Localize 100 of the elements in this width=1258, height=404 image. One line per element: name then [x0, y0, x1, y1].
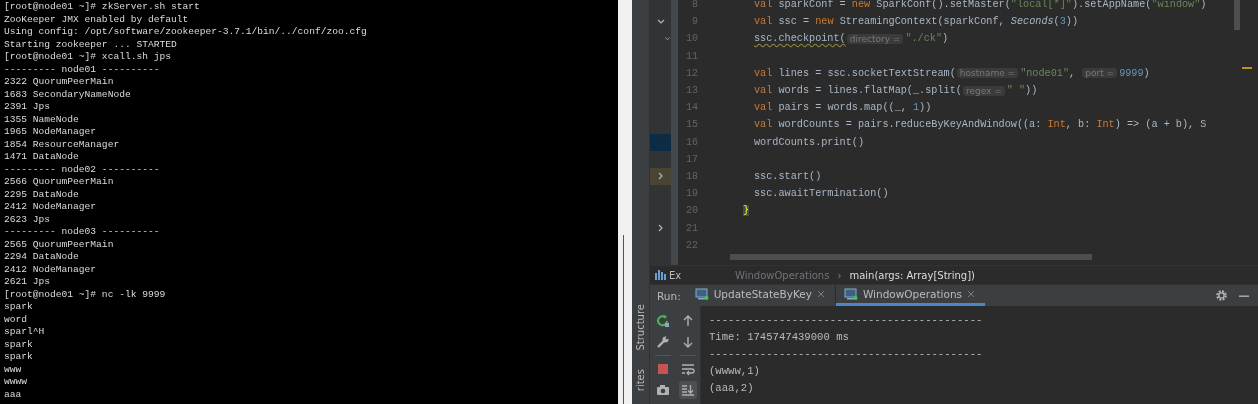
line-number: 11 [685, 50, 698, 62]
terminal-line: word [4, 313, 29, 326]
terminal-line: 2412 NodeManager [4, 263, 98, 276]
terminal-line: 2295 DataNode [4, 188, 80, 201]
line-number: 19 [685, 188, 698, 200]
bar-chart-icon [655, 270, 666, 280]
scrollbar[interactable] [623, 235, 624, 404]
down-arrow-icon [681, 335, 695, 349]
wrench-icon [656, 335, 670, 349]
terminal-line: 2621 Jps [4, 276, 52, 289]
console-line: (aaa,2) [709, 381, 755, 396]
code-token: lines = ssc.socketTextStream( [778, 67, 956, 79]
tool-button[interactable] [654, 312, 672, 330]
console-icon [694, 288, 709, 300]
breadcrumb-item[interactable]: WindowOperations [735, 269, 830, 281]
terminal-line: 2412 NodeManager [4, 201, 98, 214]
terminal-line: Starting zookeeper ... STARTED [4, 38, 178, 51]
tool-window-tab[interactable]: rites [635, 368, 646, 391]
soft-wrap-icon [681, 362, 695, 376]
tool-button[interactable] [679, 381, 697, 399]
terminal-line: spark [4, 301, 34, 314]
terminal-line: wwww [4, 376, 29, 389]
warning-marker[interactable] [1242, 67, 1252, 69]
gutter-highlight [650, 133, 671, 151]
code-token: "./ck" [905, 33, 943, 45]
terminal-line: [root@node01 ~]# xcall.sh jps [4, 51, 172, 64]
console-line: ------------------------------------------- [709, 313, 984, 328]
code-token: ) [942, 33, 949, 45]
terminal-line: 2566 QuorumPeerMain [4, 176, 115, 189]
code-token: )) [919, 102, 932, 114]
terminal-line: 1355 NameNode [4, 113, 80, 126]
parameter-hint: directory = [846, 33, 904, 44]
code-token: " " [1006, 85, 1026, 97]
terminal-line: Using config: /opt/software/zookeeper-3.7.1/bin/../conf/zoo.cfg [4, 26, 368, 39]
parameter-hint: port = [1082, 68, 1118, 79]
line-number: 16 [685, 136, 698, 148]
scroll-to-end-icon [681, 383, 695, 397]
code-token: val [754, 85, 774, 97]
code-token: } [743, 205, 750, 217]
terminal-line: 2294 DataNode [4, 251, 80, 264]
line-number: 10 [685, 33, 698, 45]
run-label: Run: [656, 288, 682, 304]
code-token: ssc.start() [754, 170, 822, 182]
terminal-line: sparl^H [4, 326, 46, 339]
terminal-line: --------- node02 ---------- [4, 163, 161, 176]
tool-window-tab[interactable]: Ex [669, 269, 682, 281]
code-token: ).setAppName( [1071, 0, 1152, 11]
gutter-highlight [650, 167, 671, 186]
terminal-line: 2322 QuorumPeerMain [4, 76, 115, 89]
terminal-line: spark [4, 351, 34, 364]
code-token: 1 [912, 102, 920, 114]
terminal-line: --------- node03 ---------- [4, 226, 161, 239]
line-number: 21 [685, 222, 698, 234]
run-tab[interactable]: WindowOperations [835, 285, 986, 306]
camera-icon [656, 383, 670, 397]
console-line: (wwww,1) [709, 364, 761, 379]
rerun-icon [656, 314, 670, 328]
code-token: val [754, 16, 774, 28]
line-number: 12 [685, 67, 698, 79]
terminal-line: --------- node01 ---------- [4, 63, 161, 76]
code-token: new [851, 0, 872, 11]
scrollbar[interactable] [1234, 0, 1240, 30]
line-number: 14 [685, 102, 698, 114]
code-token: 3 [1059, 16, 1066, 28]
settings-icon[interactable] [1215, 289, 1228, 302]
code-token: Seconds [1010, 16, 1054, 28]
code-token: words = lines.flatMap(_.split( [778, 85, 962, 97]
breadcrumb-separator: › [837, 269, 842, 281]
parameter-hint: hostname = [956, 68, 1019, 79]
code-token: 9999 [1119, 67, 1144, 79]
code-token: ) [1143, 67, 1150, 79]
line-number: 18 [685, 170, 698, 182]
terminal-line: 2391 Jps [4, 101, 52, 114]
parameter-hint: regex = [962, 85, 1005, 96]
terminal-line: aaa [4, 388, 23, 401]
console-icon [843, 288, 858, 300]
terminal-line: www [4, 363, 23, 376]
code-token: wordCounts.print() [754, 136, 865, 148]
code-token: val [754, 0, 774, 11]
code-token: ( [1053, 16, 1060, 28]
terminal-line: 1471 DataNode [4, 151, 80, 164]
console-line: ------------------------------------------- [709, 347, 984, 362]
console-line: Time: 1745747439000 ms [709, 330, 850, 345]
code-token: )) [1025, 85, 1038, 97]
code-token: wordCounts = pairs.reduceByKeyAndWindow((a: [778, 119, 1043, 131]
code-token: ssc = [778, 16, 811, 28]
close-icon[interactable] [816, 290, 825, 298]
breadcrumb-item[interactable]: main(args: Array[String]) [849, 269, 975, 281]
code-token: ssc.checkpoint( [754, 33, 846, 45]
line-number: 22 [685, 239, 698, 251]
code-token: , b: [1065, 119, 1092, 131]
up-arrow-icon [681, 314, 695, 328]
code-token: )) [1065, 16, 1079, 28]
code-token: "local[*]" [1010, 0, 1072, 11]
terminal-line: [root@node01 ~]# nc -lk 9999 [4, 288, 167, 301]
close-icon[interactable] [967, 290, 976, 298]
code-token: ) => (a + b), S [1114, 119, 1207, 131]
tool-window-tab[interactable]: Structure [635, 304, 646, 351]
scrollbar[interactable] [730, 254, 1092, 260]
code-token: ssc.awaitTermination() [754, 188, 889, 200]
